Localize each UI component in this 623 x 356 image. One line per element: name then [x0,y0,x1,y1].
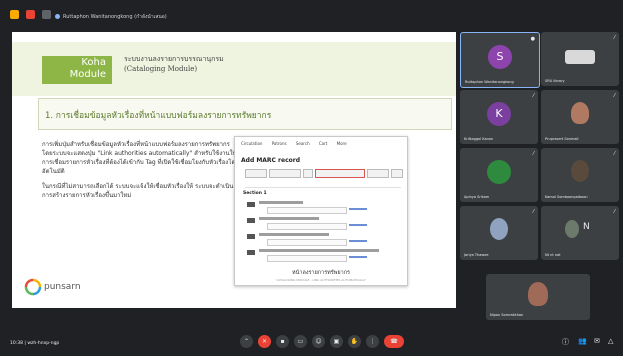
marc-field-row [247,201,397,215]
mic-off-icon: ⁄ [533,209,534,215]
window-icon[interactable] [10,10,19,19]
participant-name: Nt nt nat [545,253,561,257]
meeting-time-code: 10:38 | wzh-hnxp-ngp [10,341,60,346]
avatar-person-icon [487,160,511,184]
participant-name: Pruprasert Sanmali [545,137,579,141]
presenting-indicator-icon [55,14,60,19]
emoji-button[interactable]: ☺ [312,335,325,348]
koha-save-button [245,169,267,178]
mic-button[interactable]: ⌃ [240,335,253,348]
marc-field-row [247,217,397,231]
marc-field-row [247,233,397,247]
captions-button[interactable]: ▭ [294,335,307,348]
present-button[interactable]: ▣ [330,335,343,348]
sru-logo-image [565,50,595,64]
koha-module-badge: Koha Module [42,56,112,84]
participant-tile[interactable]: Nipon Somrakkhan [486,274,590,320]
koha-toolbar [245,169,403,178]
koha-tab: Search [295,141,310,146]
koha-settings-button [303,169,313,178]
presenter-label: Ruttaphon Wanitanongkong (กำลังนำเสนอ) [63,14,167,20]
koha-screenshot-subcaption: CATALOGING MODULE - LINK AUTHORITIES AUT… [276,278,366,282]
mic-off-icon: ⁄ [533,151,534,157]
participant-name: Apinya Srikam [464,195,490,199]
avatar: S [488,45,512,69]
people-icon[interactable]: 👥 [578,337,587,345]
participant-name: Nipon Somrakkhan [490,313,524,317]
participant-tile[interactable]: ⁄ SRU library [541,32,619,86]
participant-tile[interactable]: ⁄ Pruprasert Sanmali [541,90,619,144]
section-heading-box: 1. การเชื่อมข้อมูลหัวเรื่องที่หน้าแบบฟอร… [38,98,452,130]
koha-tag-tabs [245,181,401,188]
present-icon[interactable] [42,10,51,19]
avatar: K [487,102,511,126]
koha-z3950-button [269,169,301,178]
chat-icon[interactable]: ✉ [594,337,600,345]
participant-tile[interactable]: ⁄ Kamol Somboonpaiboon [541,148,619,202]
koha-tab: Cart [318,141,328,146]
record-icon[interactable] [26,10,35,19]
koha-cancel-button [391,169,403,178]
marc-field-row [247,249,397,263]
participant-photo [490,218,508,240]
koha-tab: Circulation [241,141,263,146]
participant-name: Ruttaphon Wanitanongkong [465,80,514,84]
module-title: ระบบงานลงรายการบรรณานุกรม (Cataloging Mo… [124,54,224,74]
participant-tile[interactable]: ⁄ Apinya Srikam [460,148,538,202]
module-word-module: Module [69,69,106,80]
participant-name: Krittaggol Kanon [464,137,494,141]
meeting-controls: 10:38 | wzh-hnxp-ngp ⌃ ✕ ▪ ▭ ☺ ▣ ✋ ⋮ ☎ ⓘ… [0,324,623,356]
paragraph-1: การเพิ่มปุ่มสำหรับเชื่อมข้อมูลหัวเรื่องท… [42,141,239,175]
participant-tile[interactable]: ⁄ K Krittaggol Kanon [460,90,538,144]
mic-off-icon: ⁄ [533,93,534,99]
koha-form-title: Add MARC record [241,157,301,164]
mic-off-icon: ⁄ [614,151,615,157]
punsarn-logo-icon [24,278,42,296]
module-title-en: (Cataloging Module) [124,65,198,73]
koha-screenshot: Circulation Patrons Search Cart More Add… [234,136,408,286]
end-call-button[interactable]: ☎ [384,335,404,348]
module-title-th: ระบบงานลงรายการบรรณานุกรม [124,55,224,63]
participant-tile[interactable]: ⁄ N Nt nt nat [541,206,619,260]
koha-tab: More [336,141,347,146]
participant-tile[interactable]: ⁄ Jariya Thawee [460,206,538,260]
top-bar: Ruttaphon Wanitanongkong (กำลังนำเสนอ) [0,0,623,28]
participant-tile[interactable]: ● S Ruttaphon Wanitanongkong [460,32,540,88]
koha-screenshot-caption: หน้าลงรายการทรัพยากร [292,270,350,276]
mic-off-icon: ⁄ [614,35,615,41]
participant-photo [571,102,589,124]
more-options-button[interactable]: ⋮ [366,335,379,348]
mic-off-icon[interactable]: ✕ [258,335,271,348]
paragraph-2: ในกรณีที่ไม่สามารถเลือกได้ ระบบจะแจ้งให้… [42,183,234,199]
koha-editor-button [367,169,389,178]
participant-name: Kamol Somboonpaiboon [545,195,588,199]
raise-hand-button[interactable]: ✋ [348,335,361,348]
koha-tab: Patrons [271,141,287,146]
activities-icon[interactable]: △ [608,337,613,345]
slide-body: การเพิ่มปุ่มสำหรับเชื่อมข้อมูลหัวเรื่องท… [42,140,242,206]
section-heading: 1. การเชื่อมข้อมูลหัวเรื่องที่หน้าแบบฟอร… [45,111,272,121]
link-authorities-button [315,169,365,178]
participant-photo [571,160,589,182]
shared-screen: Koha Module ระบบงานลงรายการบรรณานุกรม (C… [12,32,456,308]
mic-off-icon: ⁄ [614,93,615,99]
mic-icon: ● [530,36,535,42]
mic-off-icon: ⁄ [614,209,615,215]
module-word-koha: Koha [81,57,106,68]
participant-photo [565,220,579,238]
participant-name: SRU library [545,79,565,83]
camera-button[interactable]: ▪ [276,335,289,348]
participant-name: Jariya Thawee [464,253,489,257]
punsarn-brand: punsarn [44,282,81,292]
koha-section-label: Section 1 [243,191,267,196]
participant-initial: N [583,222,590,232]
koha-nav: Circulation Patrons Search Cart More [241,141,355,146]
info-icon[interactable]: ⓘ [562,337,569,347]
participant-photo [528,282,548,306]
